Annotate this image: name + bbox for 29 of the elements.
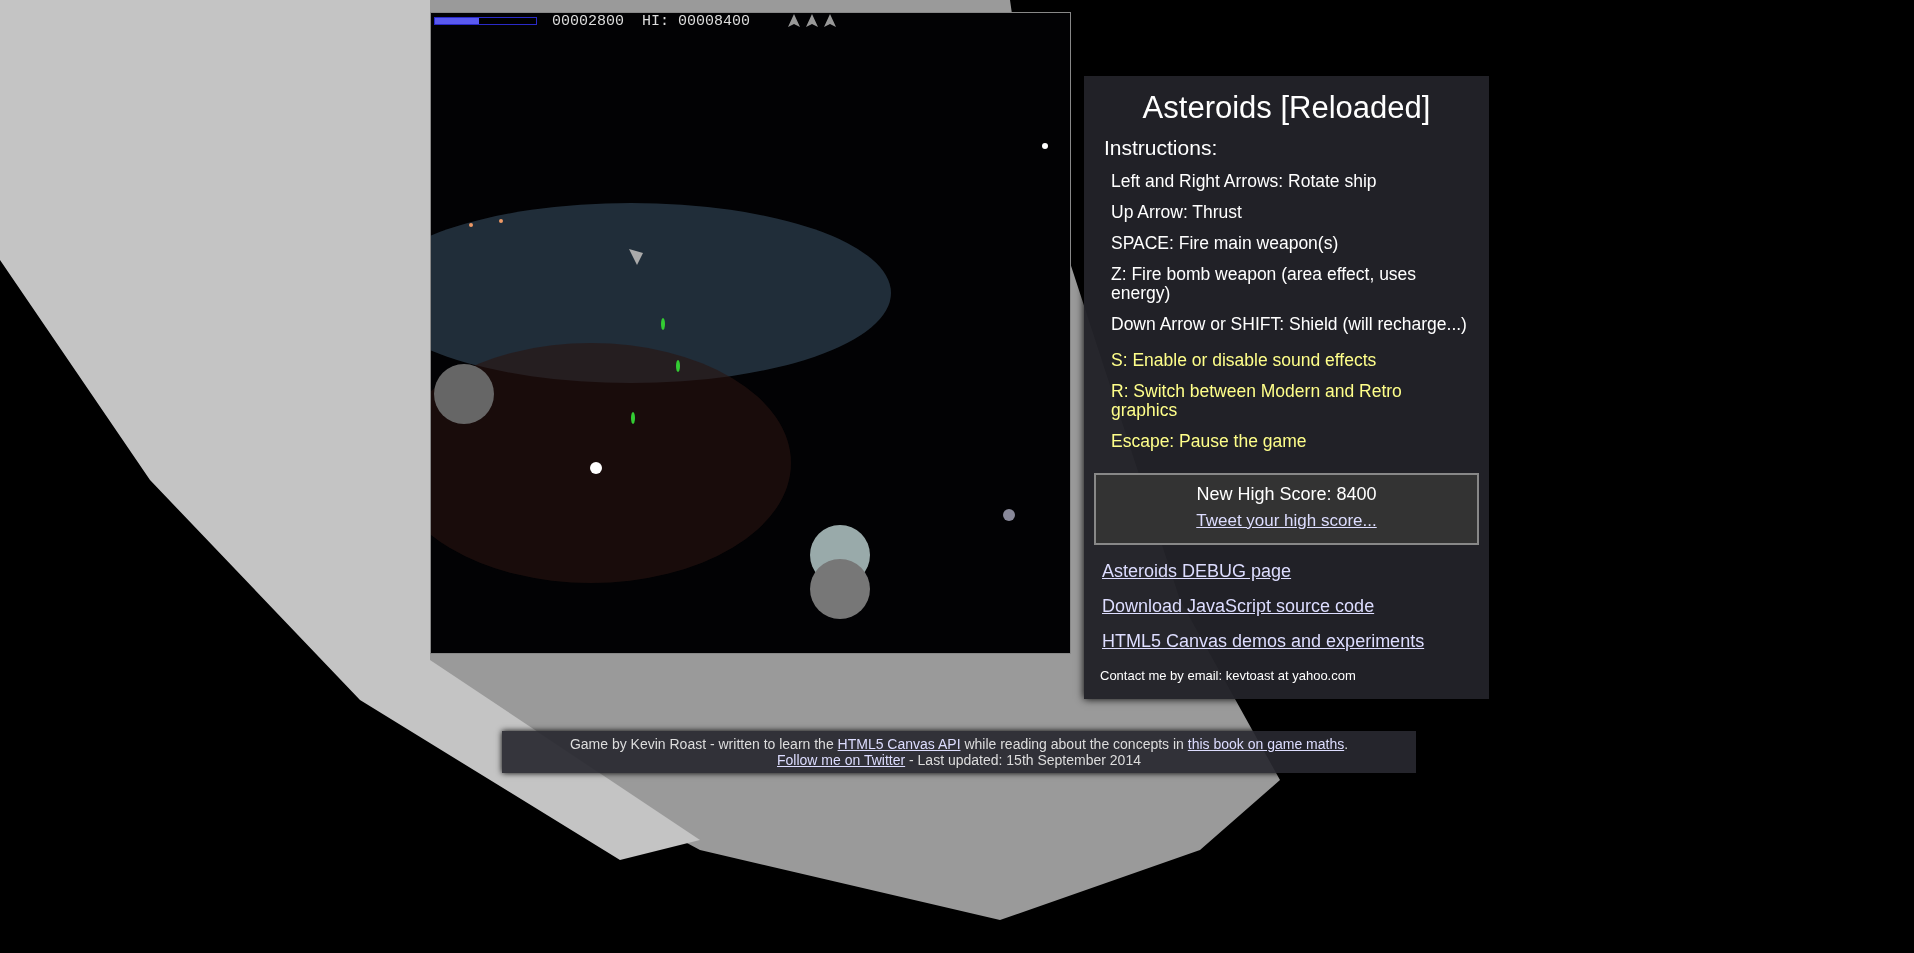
control-instruction: Z: Fire bomb weapon (area effect, uses energy) [1111,265,1418,303]
page-link[interactable]: Download JavaScript source code [1102,596,1375,616]
ship-icon [806,14,819,28]
control-instruction: Down Arrow or SHIFT: Shield (will recharge...) [1111,315,1468,334]
asteroid [434,364,494,424]
control-instruction: SPACE: Fire main weapon(s) [1111,234,1340,253]
high-score-text: New High Score: 8400 [1196,484,1377,505]
game-canvas[interactable]: 00002800 HI: 00008400 [430,12,1071,654]
footer-text: Game by Kevin Roast - written to learn the HTML5 Canvas API while reading about the concepts in this book on game maths. [568,736,1350,752]
score-text: 00002800 [552,12,624,30]
ship-icon [824,14,837,28]
option-instruction: Escape: Pause the game [1111,432,1308,451]
control-instruction: Left and Right Arrows: Rotate ship [1111,172,1378,191]
tweet-link[interactable]: Tweet your high score... [1196,511,1377,531]
option-instruction: R: Switch between Modern and Retro graphics [1111,382,1403,420]
footer-link[interactable]: Follow me on Twitter [777,752,906,768]
footer-text: Follow me on Twitter - Last updated: 15th September 2014 [776,752,1142,768]
spaceship-icon [629,249,643,265]
page-link[interactable]: Asteroids DEBUG page [1102,561,1292,581]
ship-icon [788,14,801,28]
instructions-heading: Instructions: [1104,136,1219,160]
panel-title: Asteroids [Reloaded] [1141,90,1432,126]
control-instruction: Up Arrow: Thrust [1111,203,1243,222]
contact-text: Contact me by email: kevtoast at yahoo.com [1100,668,1357,683]
footer-link[interactable]: HTML5 Canvas API [837,736,961,752]
small-asteroid [1003,509,1015,521]
option-instruction: S: Enable or disable sound effects [1111,351,1378,370]
page-link[interactable]: HTML5 Canvas demos and experiments [1102,631,1425,651]
hi-score-text: HI: 00008400 [642,12,751,30]
